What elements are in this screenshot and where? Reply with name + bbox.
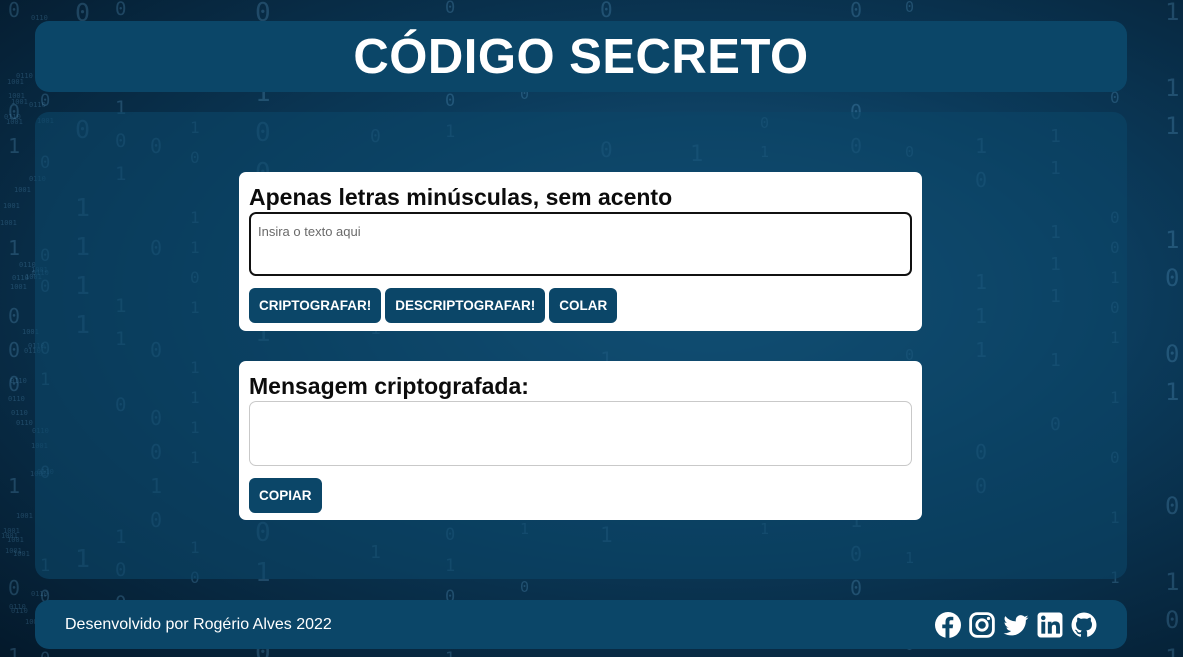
text-input[interactable] <box>249 212 912 276</box>
instagram-icon[interactable] <box>969 611 995 638</box>
output-field[interactable] <box>249 401 912 466</box>
social-links <box>935 611 1097 638</box>
page-header: CÓDIGO SECRETO <box>35 21 1127 92</box>
copy-row: COPIAR <box>249 478 912 513</box>
decrypt-button[interactable]: DESCRIPTOGRAFAR! <box>385 288 546 323</box>
twitter-icon[interactable] <box>1003 612 1029 638</box>
footer-credit: Desenvolvido por Rogério Alves 2022 <box>65 615 332 633</box>
page-footer: Desenvolvido por Rogério Alves 2022 <box>35 600 1127 649</box>
linkedin-icon[interactable] <box>1037 612 1063 638</box>
encrypt-button[interactable]: CRIPTOGRAFAR! <box>249 288 382 323</box>
facebook-icon[interactable] <box>935 611 961 638</box>
github-icon[interactable] <box>1071 612 1097 638</box>
encrypt-card: Apenas letras minúsculas, sem acento CRI… <box>239 172 922 331</box>
paste-button[interactable]: COLAR <box>549 288 618 323</box>
action-buttons: CRIPTOGRAFAR! DESCRIPTOGRAFAR! COLAR <box>249 288 912 323</box>
output-heading: Mensagem criptografada: <box>249 373 529 399</box>
output-card: Mensagem criptografada: COPIAR <box>239 361 922 520</box>
encrypt-heading: Apenas letras minúsculas, sem acento <box>249 184 673 210</box>
page-title: CÓDIGO SECRETO <box>353 29 809 84</box>
copy-button[interactable]: COPIAR <box>249 478 322 513</box>
